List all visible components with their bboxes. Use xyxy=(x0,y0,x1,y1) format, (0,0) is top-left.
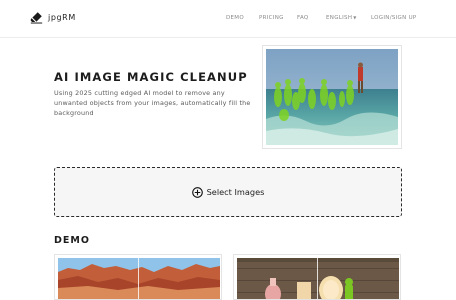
caret-down-icon: ▼ xyxy=(353,15,357,20)
eraser-icon xyxy=(30,12,43,24)
nav-link-demo[interactable]: DEMO xyxy=(226,15,244,21)
demo-image-canyon xyxy=(58,258,220,299)
hero-image-frame xyxy=(262,45,402,149)
demo-section-title: DEMO xyxy=(54,235,90,246)
language-dropdown[interactable]: ENGLISH▼ xyxy=(326,15,357,21)
hero-demo-image xyxy=(266,49,398,145)
nav-link-faq[interactable]: FAQ xyxy=(297,15,309,21)
brand-name: jpgRM xyxy=(48,13,76,22)
demo-card-canyon[interactable] xyxy=(54,254,222,300)
nav-link-pricing[interactable]: PRICING xyxy=(259,15,284,21)
top-navbar: jpgRM DEMO PRICING FAQ ENGLISH▼ LOGIN/SI… xyxy=(0,0,456,38)
hero-title: AI IMAGE MAGIC CLEANUP xyxy=(54,70,248,84)
nav-link-login-signup[interactable]: LOGIN/SIGN UP xyxy=(371,15,417,21)
plus-circle-icon xyxy=(191,186,203,198)
select-images-label: Select Images xyxy=(206,187,265,197)
demo-image-still-life xyxy=(237,258,399,299)
demo-card-still-life[interactable] xyxy=(233,254,401,300)
select-images-dropzone[interactable]: Select Images xyxy=(54,167,402,217)
brand-logo-link[interactable]: jpgRM xyxy=(30,11,76,24)
hero-description: Using 2025 cutting edged AI model to rem… xyxy=(54,89,251,117)
language-label: ENGLISH xyxy=(326,15,353,21)
